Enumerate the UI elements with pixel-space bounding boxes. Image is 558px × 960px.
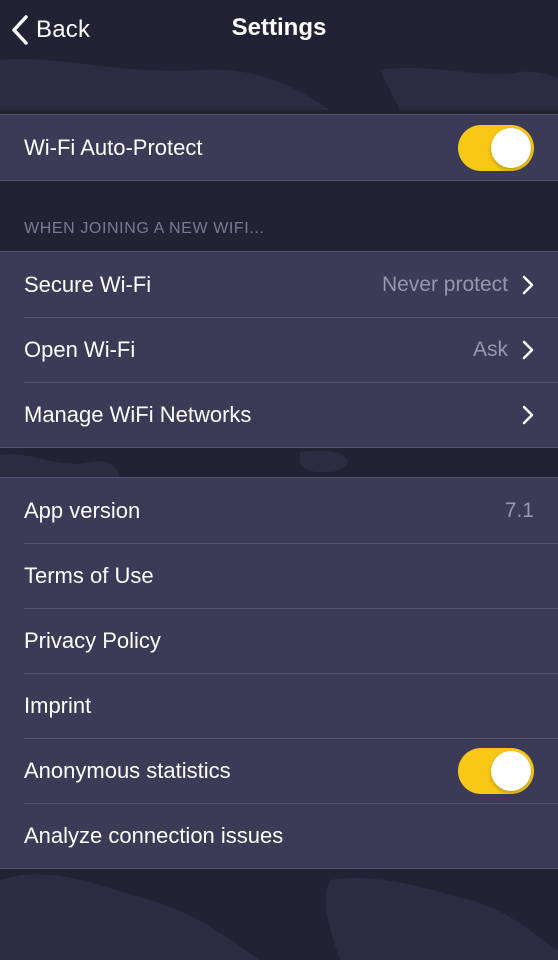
- analyze-connection-issues-row[interactable]: Analyze connection issues: [0, 803, 558, 868]
- secure-wifi-row[interactable]: Secure Wi-Fi Never protect: [0, 252, 558, 317]
- toggle-knob: [491, 127, 531, 168]
- wifi-auto-protect-label: Wi-Fi Auto-Protect: [24, 134, 203, 160]
- secure-wifi-label: Secure Wi-Fi: [24, 271, 152, 297]
- toggle-knob: [491, 750, 531, 791]
- app-version-value: 7.1: [504, 498, 534, 522]
- manage-wifi-networks-label: Manage WiFi Networks: [24, 401, 252, 427]
- terms-of-use-label: Terms of Use: [24, 562, 154, 588]
- chevron-right-icon: [522, 275, 534, 294]
- analyze-connection-issues-label: Analyze connection issues: [24, 822, 284, 848]
- chevron-right-icon: [522, 340, 534, 359]
- section-header: WHEN JOINING A NEW WIFI...: [24, 220, 265, 237]
- chevron-right-icon: [522, 405, 534, 424]
- manage-wifi-networks-row[interactable]: Manage WiFi Networks: [0, 382, 558, 447]
- about-group: App version 7.1 Terms of Use Privacy Pol…: [0, 477, 558, 869]
- imprint-row[interactable]: Imprint: [0, 673, 558, 738]
- secure-wifi-value: Never protect: [381, 272, 508, 296]
- imprint-label: Imprint: [24, 692, 92, 718]
- wifi-auto-protect-toggle[interactable]: [458, 124, 534, 171]
- privacy-policy-label: Privacy Policy: [24, 627, 161, 653]
- anonymous-statistics-label: Anonymous statistics: [24, 757, 231, 783]
- anonymous-statistics-row: Anonymous statistics: [0, 738, 558, 803]
- wifi-auto-protect-row: Wi-Fi Auto-Protect: [0, 115, 558, 180]
- app-version-label: App version: [24, 497, 141, 523]
- anonymous-statistics-toggle[interactable]: [458, 747, 534, 794]
- open-wifi-row[interactable]: Open Wi-Fi Ask: [0, 317, 558, 382]
- open-wifi-label: Open Wi-Fi: [24, 336, 136, 362]
- new-wifi-group: Secure Wi-Fi Never protect Open Wi-Fi As…: [0, 251, 558, 448]
- terms-of-use-row[interactable]: Terms of Use: [0, 543, 558, 608]
- open-wifi-value: Ask: [472, 337, 508, 361]
- auto-protect-group: Wi-Fi Auto-Protect: [0, 114, 558, 181]
- page-title: Settings: [231, 14, 327, 41]
- navigation-bar: Back Settings: [0, 0, 558, 60]
- app-version-row: App version 7.1: [0, 478, 558, 543]
- privacy-policy-row[interactable]: Privacy Policy: [0, 608, 558, 673]
